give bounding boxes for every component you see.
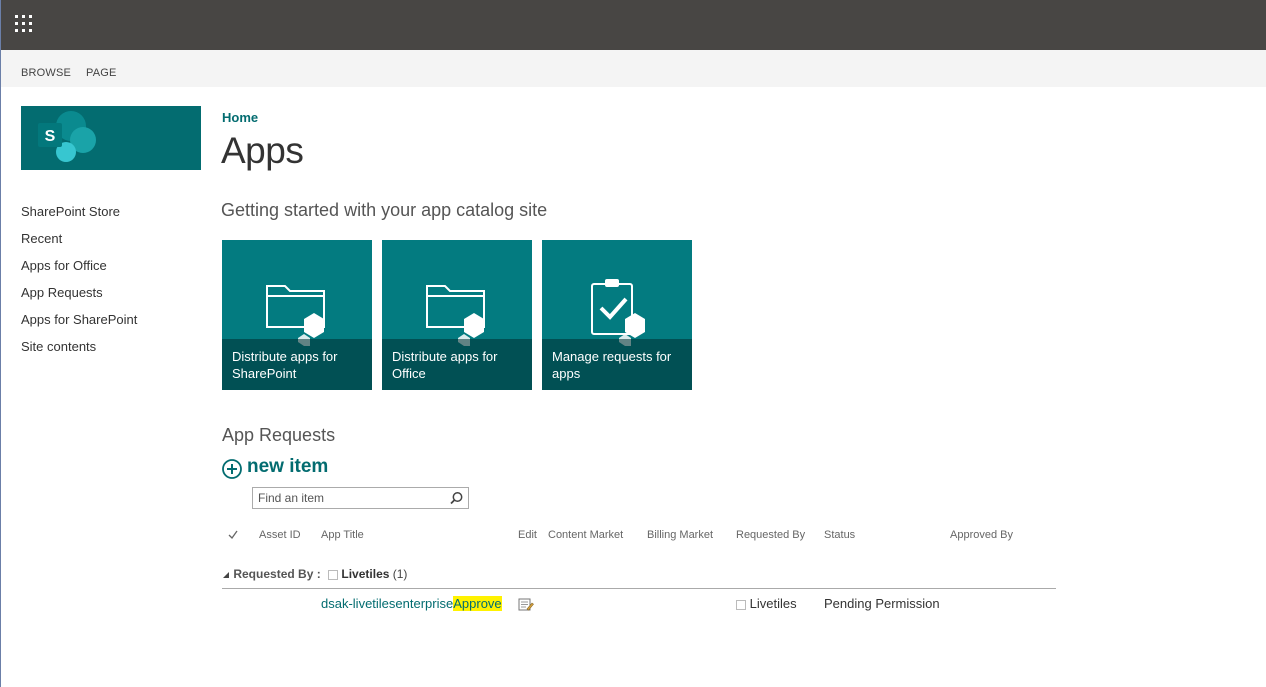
nav-item-apps-for-sharepoint[interactable]: Apps for SharePoint [21,311,137,338]
col-header-billing-market[interactable]: Billing Market [647,529,713,541]
nav-item-sharepoint-store[interactable]: SharePoint Store [21,203,137,230]
ribbon-tab-page[interactable]: PAGE [86,67,117,79]
search-icon[interactable] [449,491,464,506]
col-header-app-title[interactable]: App Title [321,529,364,541]
app-title-link[interactable]: dsak-livetilesenterprise [321,596,453,611]
breadcrumb-home[interactable]: Home [222,110,258,125]
clipboard-check-icon [591,279,645,346]
col-header-approved-by[interactable]: Approved By [950,529,1013,541]
nav-item-recent[interactable]: Recent [21,230,137,257]
getting-started-heading: Getting started with your app catalog si… [221,200,548,220]
table-row-app-title: dsak-livetilesenterpriseApprove [321,596,502,611]
tile-distribute-apps-sharepoint[interactable]: Distribute apps for SharePoint [222,240,372,390]
col-header-asset-id[interactable]: Asset ID [259,529,301,541]
folder-app-icon [426,285,485,346]
col-header-edit[interactable]: Edit [518,529,537,541]
nav-item-site-contents[interactable]: Site contents [21,338,137,365]
group-label: Requested By : [233,567,321,581]
new-item-label: new item [247,456,329,477]
collapse-triangle-icon[interactable] [222,571,230,579]
group-count: (1) [392,567,408,581]
app-requests-heading: App Requests [222,425,336,445]
svg-text:S: S [45,128,56,145]
approve-link[interactable]: Approve [453,596,502,611]
tile-label: Distribute apps for Office [382,339,532,390]
select-all-checkmark-icon[interactable] [228,530,238,539]
app-launcher-icon[interactable] [15,15,35,35]
find-item-input[interactable] [253,488,443,508]
requested-by-cell: Livetiles [736,596,797,611]
person-checkbox[interactable] [736,599,746,610]
window-edge [0,0,1,687]
col-header-content-market[interactable]: Content Market [548,529,623,541]
group-header[interactable]: Requested By : Livetiles (1) [222,567,407,585]
left-navigation: SharePoint Store Recent Apps for Office … [21,203,137,365]
sharepoint-logo-icon: S [38,111,96,162]
col-header-status[interactable]: Status [824,529,855,541]
add-circle-icon [222,459,242,479]
tile-distribute-apps-office[interactable]: Distribute apps for Office [382,240,532,390]
nav-item-apps-for-office[interactable]: Apps for Office [21,257,137,284]
tile-manage-requests[interactable]: Manage requests for apps [542,240,692,390]
tile-label: Manage requests for apps [542,339,692,390]
search-box [252,487,469,509]
page-title: Apps [221,130,304,171]
folder-app-icon [266,285,325,346]
site-logo[interactable]: S [21,106,201,170]
edit-icon[interactable] [518,597,534,612]
col-header-requested-by[interactable]: Requested By [736,529,805,541]
ribbon-tab-browse[interactable]: BROWSE [21,67,71,79]
status-cell: Pending Permission [824,596,940,611]
ribbon: BROWSE PAGE [1,50,1266,87]
suite-bar [1,0,1266,50]
group-checkbox[interactable] [328,569,339,580]
nav-item-app-requests[interactable]: App Requests [21,284,137,311]
group-divider [222,588,1056,589]
requested-by-value: Livetiles [749,596,797,611]
group-value: Livetiles [341,567,390,581]
tile-label: Distribute apps for SharePoint [222,339,372,390]
